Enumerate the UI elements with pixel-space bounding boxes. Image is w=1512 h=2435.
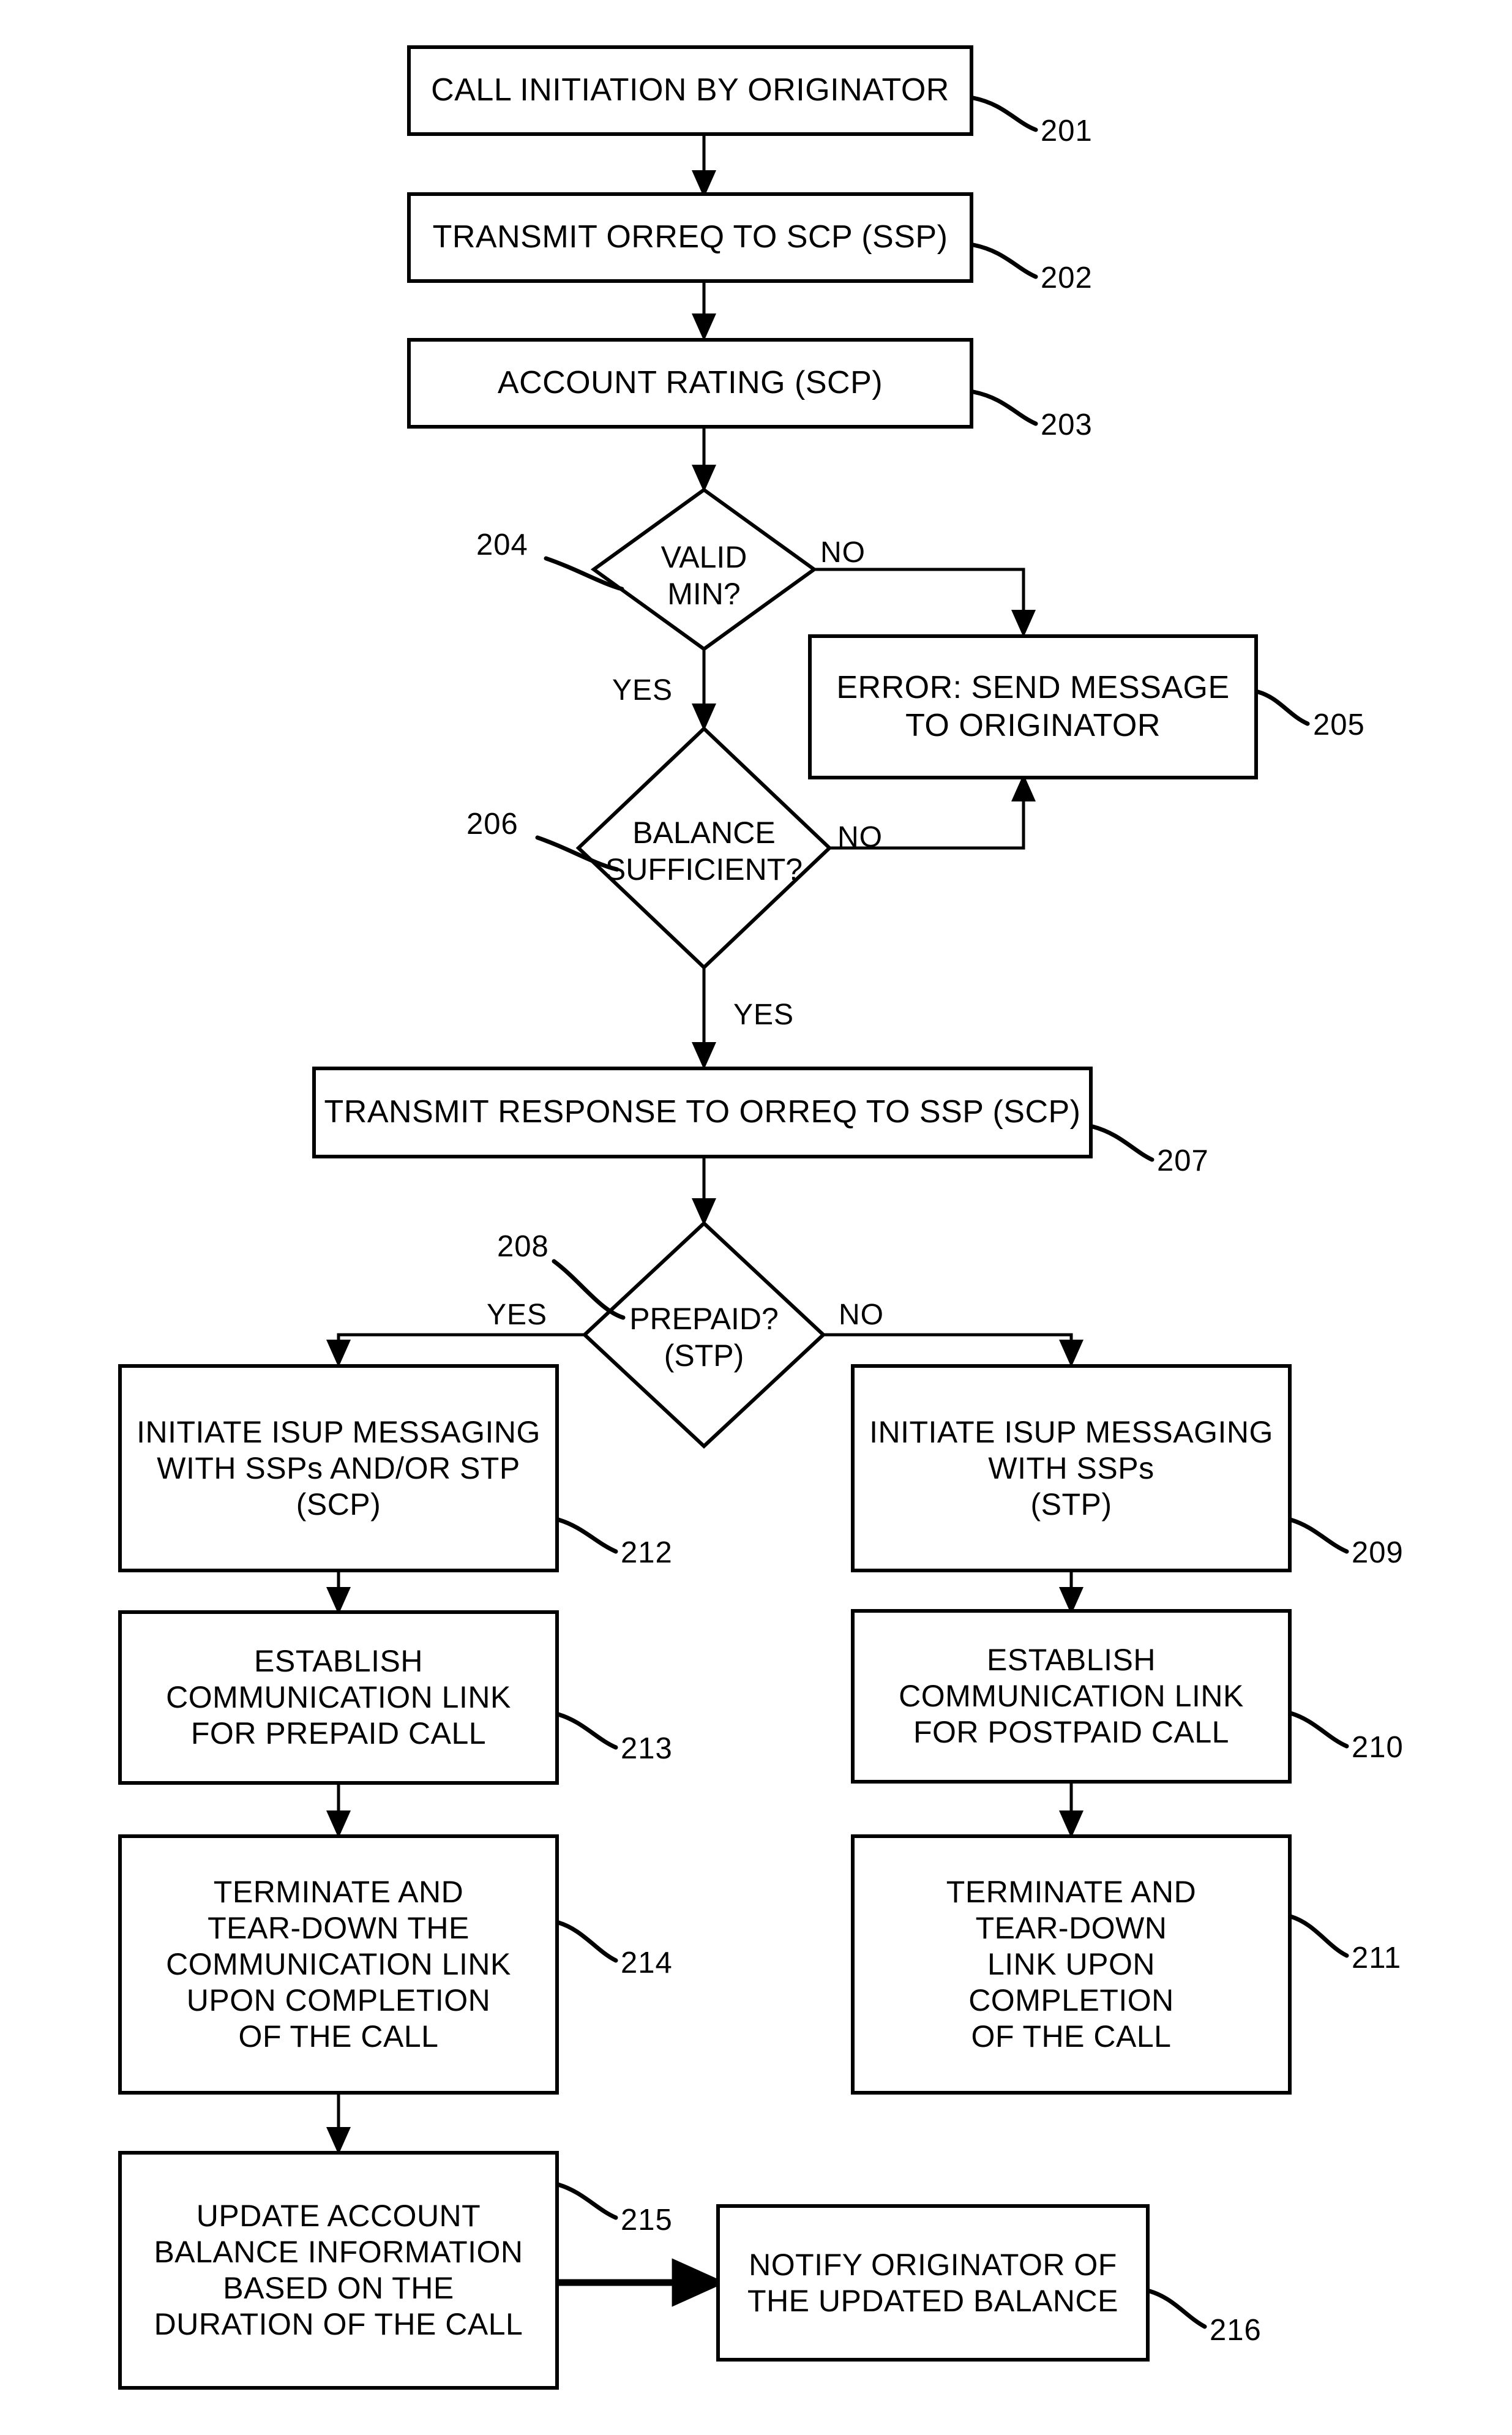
node-label: TERMINATE AND TEAR-DOWN THE COMMUNICATIO… [166,1875,511,2054]
leader-211 [1288,1914,1349,1958]
ref-number-205: 205 [1313,708,1365,741]
edge-label-prepaid-yes: YES [487,1299,548,1331]
node-transmit-orreq: TRANSMIT ORREQ TO SCP (SSP) [407,192,973,283]
edge-208-no-209 [823,1333,1083,1368]
ref-number-212: 212 [621,1536,673,1569]
node-label: ACCOUNT RATING (SCP) [497,365,883,401]
ref-number-203: 203 [1041,408,1093,441]
ref-number-213: 213 [621,1732,673,1765]
ref-number-211: 211 [1352,1942,1402,1975]
decision-label-valid-min: VALID MIN? [661,540,747,611]
node-error-send-message: ERROR: SEND MESSAGE TO ORIGINATOR [808,634,1258,779]
node-terminate-teardown-prepaid: TERMINATE AND TEAR-DOWN THE COMMUNICATIO… [118,1834,559,2095]
node-account-rating: ACCOUNT RATING (SCP) [407,338,973,429]
ref-number-214: 214 [621,1946,673,1979]
edge-label-valid-min-yes: YES [612,674,673,707]
decision-label-balance-sufficient: BALANCE SUFFICIENT? [605,816,803,887]
ref-number-210: 210 [1352,1731,1404,1764]
ref-number-209: 209 [1352,1536,1404,1569]
node-label: ESTABLISH COMMUNICATION LINK FOR POSTPAI… [899,1643,1244,1749]
edge-label-prepaid-no: NO [839,1299,884,1331]
leader-213 [556,1712,618,1750]
ref-number-216: 216 [1210,2314,1262,2347]
ref-number-204: 204 [476,528,528,561]
node-label: INITIATE ISUP MESSAGING WITH SSPs AND/OR… [137,1414,541,1521]
edge-label-valid-min-no: NO [820,536,866,569]
node-label: ERROR: SEND MESSAGE TO ORIGINATOR [836,670,1230,743]
node-label: TERMINATE AND TEAR-DOWN LINK UPON COMPLE… [946,1875,1197,2054]
ref-number-208: 208 [497,1230,549,1263]
edge-204-no-205 [814,568,1036,638]
node-label: INITIATE ISUP MESSAGING WITH SSPs (STP) [869,1414,1273,1521]
node-label: ESTABLISH COMMUNICATION LINK FOR PREPAID… [166,1644,511,1750]
edge-label-balance-yes: YES [733,999,795,1031]
leader-212 [556,1517,618,1554]
leader-207 [1090,1124,1155,1162]
node-label: UPDATE ACCOUNT BALANCE INFORMATION BASED… [154,2199,523,2341]
node-notify-originator: NOTIFY ORIGINATOR OF THE UPDATED BALANCE [716,2204,1150,2362]
edge-208-yes-212 [326,1333,585,1368]
node-update-account-balance: UPDATE ACCOUNT BALANCE INFORMATION BASED… [118,2151,559,2390]
node-label: NOTIFY ORIGINATOR OF THE UPDATED BALANCE [747,2247,1118,2318]
ref-number-215: 215 [621,2204,673,2237]
node-label: TRANSMIT RESPONSE TO ORREQ TO SSP (SCP) [324,1094,1081,1130]
leader-203 [971,389,1038,426]
figure-canvas: CALL INITIATION BY ORIGINATOR TRANSMIT O… [0,0,1512,2435]
leader-210 [1288,1711,1349,1749]
node-call-initiation: CALL INITIATION BY ORIGINATOR [407,45,973,136]
ref-number-201: 201 [1041,114,1093,148]
node-initiate-isup-prepaid: INITIATE ISUP MESSAGING WITH SSPs AND/OR… [118,1364,559,1572]
node-transmit-response: TRANSMIT RESPONSE TO ORREQ TO SSP (SCP) [312,1067,1093,1158]
leader-215 [556,2182,618,2220]
node-establish-link-prepaid: ESTABLISH COMMUNICATION LINK FOR PREPAID… [118,1610,559,1785]
decision-label-prepaid: PREPAID? (STP) [629,1302,779,1373]
node-terminate-teardown-postpaid: TERMINATE AND TEAR-DOWN LINK UPON COMPLE… [851,1834,1292,2095]
ref-number-206: 206 [466,808,518,841]
leader-214 [556,1920,618,1963]
leader-216 [1147,2289,1207,2329]
ref-number-207: 207 [1157,1144,1209,1177]
ref-number-202: 202 [1041,261,1093,295]
edge-label-balance-no: NO [837,821,883,854]
leader-209 [1288,1517,1349,1554]
node-establish-link-postpaid: ESTABLISH COMMUNICATION LINK FOR POSTPAI… [851,1609,1292,1784]
leader-201 [971,96,1038,132]
leader-202 [971,242,1038,279]
node-initiate-isup-postpaid: INITIATE ISUP MESSAGING WITH SSPs (STP) [851,1364,1292,1572]
node-label: TRANSMIT ORREQ TO SCP (SSP) [432,219,948,255]
leader-205 [1256,689,1310,726]
node-label: CALL INITIATION BY ORIGINATOR [431,72,949,108]
